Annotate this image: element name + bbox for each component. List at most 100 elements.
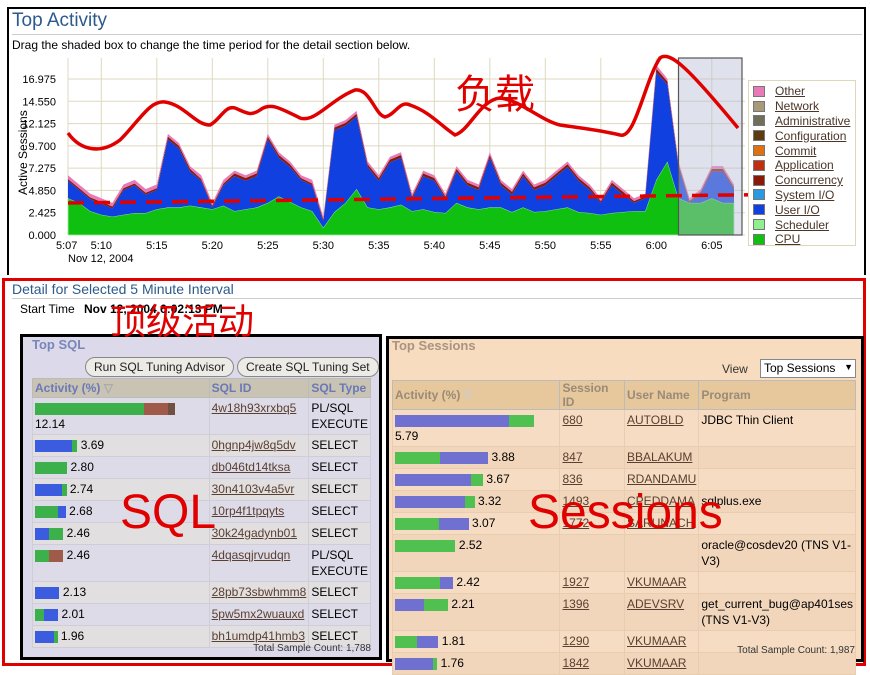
activity-value: 1.76 — [440, 656, 464, 670]
chart-areas — [67, 64, 735, 236]
legend-item[interactable]: Administrative — [753, 114, 851, 129]
user-name-link[interactable]: ADEVSRV — [627, 597, 684, 611]
session-id-link[interactable]: 836 — [562, 472, 582, 486]
top-activity-chart: 0.0002.4254.8507.2759.70012.12514.55016.… — [16, 54, 813, 265]
sql-id-link[interactable]: 4dqasqjrvudqn — [212, 548, 291, 562]
legend-link[interactable]: User I/O — [775, 203, 820, 217]
legend-link[interactable]: Administrative — [775, 114, 850, 128]
x-tick-label: 5:40 — [424, 240, 445, 252]
sql-id-link[interactable]: 4w18h93xrxbq5 — [212, 401, 297, 415]
session-id-cell: 1396 — [559, 593, 626, 631]
user-name-cell: ADEVSRV — [624, 593, 700, 631]
session-id-cell: 1927 — [559, 571, 626, 594]
sql-id-cell: 28pb73sbwhmm8 — [208, 581, 310, 604]
activity-bar-segment — [35, 440, 73, 453]
user-name-link[interactable]: BBALAKUM — [627, 450, 692, 464]
user-name-link[interactable]: VKUMAAR — [627, 634, 686, 648]
column-sql-id[interactable]: SQL ID — [208, 378, 310, 398]
column-session-id[interactable]: Session ID — [559, 380, 626, 410]
legend-link[interactable]: System I/O — [775, 188, 834, 202]
table-row: 2.13 28pb73sbwhmm8 SELECT — [32, 581, 371, 604]
y-tick-label: 4.850 — [28, 185, 56, 197]
sql-id-cell: 10rp4f1tpqyts — [208, 500, 310, 523]
activity-bar — [395, 496, 475, 509]
activity-bar-segment — [54, 631, 58, 644]
activity-bar — [35, 550, 64, 563]
time-selection-box[interactable] — [677, 57, 743, 236]
session-id-link[interactable]: 847 — [562, 450, 582, 464]
user-name-link[interactable]: VKUMAAR — [627, 656, 686, 670]
activity-bar-segment — [395, 636, 417, 649]
legend-item[interactable]: Network — [753, 99, 851, 114]
activity-bar — [35, 587, 60, 600]
session-id-link[interactable]: 1927 — [562, 575, 589, 589]
legend-link[interactable]: Scheduler — [775, 218, 829, 232]
sql-id-link[interactable]: 0hgnp4jw8q5dv — [212, 438, 296, 452]
dropdown-arrow-icon: ▼ — [844, 362, 853, 372]
view-label: View — [722, 362, 748, 376]
create-sql-tuning-set-button[interactable]: Create SQL Tuning Set — [237, 357, 379, 377]
x-tick-label: 5:35 — [368, 240, 389, 252]
user-name-link[interactable]: VKUMAAR — [627, 575, 686, 589]
legend-item[interactable]: Application — [753, 158, 851, 173]
session-id-link[interactable]: 1396 — [562, 597, 589, 611]
legend-item[interactable]: Other — [753, 84, 851, 99]
legend-link[interactable]: CPU — [775, 232, 800, 246]
x-axis-date: Nov 12, 2004 — [68, 253, 133, 265]
legend-item[interactable]: Scheduler — [753, 217, 851, 232]
sql-type: SELECT — [308, 456, 371, 479]
legend-item[interactable]: Commit — [753, 143, 851, 158]
sql-id-link[interactable]: 5pw5mx2wuauxd — [212, 607, 305, 621]
sql-id-link[interactable]: 10rp4f1tpqyts — [212, 504, 285, 518]
y-tick-label: 9.700 — [28, 141, 56, 153]
session-id-link[interactable]: 1842 — [562, 656, 589, 670]
activity-bar-segment — [395, 658, 434, 671]
activity-bar — [35, 403, 175, 416]
sessions-total-sample-count: Total Sample Count: 1,987 — [737, 645, 855, 656]
column-activity[interactable]: Activity (%) ▽ — [32, 378, 210, 398]
column-program[interactable]: Program — [698, 380, 856, 410]
legend-link[interactable]: Commit — [775, 144, 816, 158]
legend-item[interactable]: User I/O — [753, 202, 851, 217]
sql-id-link[interactable]: db046td14tksa — [212, 460, 291, 474]
sql-id-link[interactable]: bh1umdp41hmb3 — [212, 629, 305, 643]
sql-id-link[interactable]: 30k24gadynb01 — [212, 526, 297, 540]
legend-link[interactable]: Network — [775, 99, 819, 113]
column-user-name[interactable]: User Name — [624, 380, 700, 410]
activity-bar-segment — [35, 403, 144, 416]
sql-id-cell: 5pw5mx2wuauxd — [208, 603, 310, 626]
legend-link[interactable]: Other — [775, 84, 805, 98]
session-id-link[interactable]: 1290 — [562, 634, 589, 648]
legend-swatch — [753, 159, 765, 171]
x-tick-label: 5:50 — [535, 240, 556, 252]
legend-swatch — [753, 85, 765, 97]
view-select[interactable]: Top Sessions ▼ — [760, 359, 856, 378]
column-sql-type[interactable]: SQL Type — [308, 378, 371, 398]
activity-bar-segment — [49, 528, 64, 541]
user-name-link[interactable]: RDANDAMU — [627, 472, 696, 486]
area-user-i-o — [68, 72, 734, 228]
user-name-link[interactable]: AUTOBLD — [627, 413, 683, 427]
activity-bar — [35, 506, 66, 519]
legend-link[interactable]: Concurrency — [775, 173, 843, 187]
run-sql-tuning-advisor-button[interactable]: Run SQL Tuning Advisor — [85, 357, 234, 377]
activity-bar-segment — [167, 403, 175, 416]
session-id-cell: 1842 — [559, 652, 626, 675]
sql-id-cell: 4dqasqjrvudqn — [208, 544, 310, 582]
table-row: 3.69 0hgnp4jw8q5dv SELECT — [32, 434, 371, 457]
sql-type: SELECT — [308, 434, 371, 457]
session-id-link[interactable]: 680 — [562, 413, 582, 427]
sql-id-link[interactable]: 28pb73sbwhmm8 — [212, 585, 307, 599]
activity-value: 3.69 — [80, 438, 105, 452]
legend-item[interactable]: CPU — [753, 232, 851, 247]
legend-item[interactable]: System I/O — [753, 188, 851, 203]
legend-item[interactable]: Concurrency — [753, 173, 851, 188]
column-activity[interactable]: Activity (%) ▽ — [391, 380, 561, 410]
legend-link[interactable]: Configuration — [775, 129, 846, 143]
activity-value: 3.32 — [478, 494, 502, 508]
legend-link[interactable]: Application — [775, 158, 834, 172]
program — [698, 571, 856, 594]
sql-id-link[interactable]: 30n4103v4a5vr — [212, 482, 295, 496]
annotation-top-activity: 顶级活动 — [110, 301, 255, 342]
legend-item[interactable]: Configuration — [753, 128, 851, 143]
